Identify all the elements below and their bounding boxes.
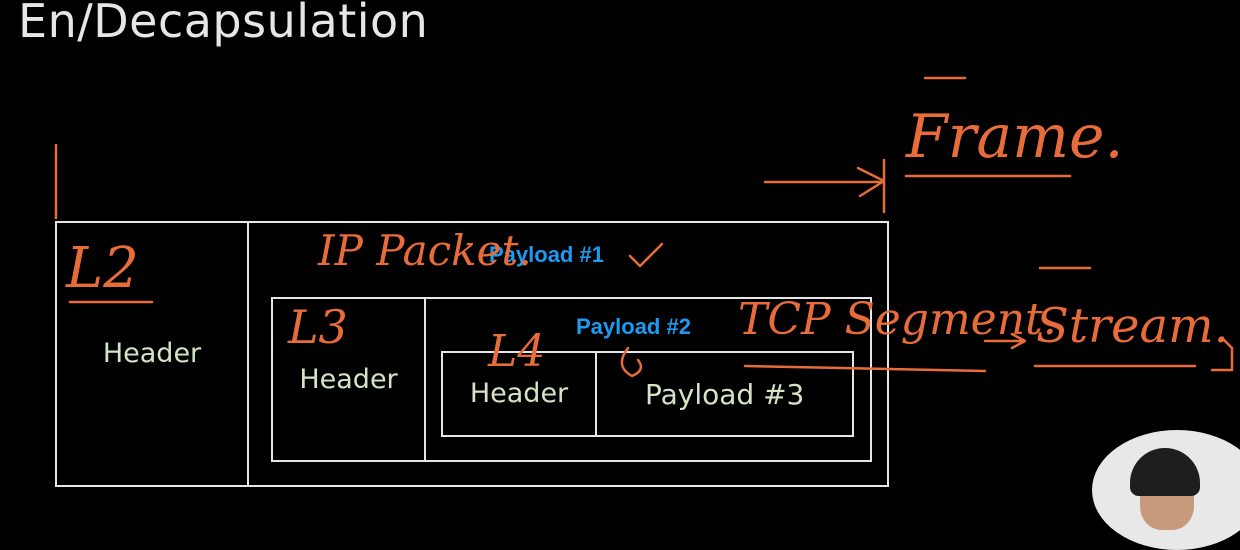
ink-tcp-underline (743, 364, 987, 373)
ink-ip-packet-label: IP Packet. (318, 226, 532, 275)
presenter-webcam (1092, 430, 1240, 550)
ink-l4-squiggle (620, 346, 643, 378)
ink-frame-label: Frame. (906, 102, 1124, 172)
ink-frame-arrow (763, 166, 886, 198)
ink-payload1-check (628, 242, 664, 268)
ink-l2-label: L2 (66, 236, 139, 301)
ink-stream-label: Stream. (1036, 298, 1229, 354)
ink-strokes (54, 76, 1234, 378)
ink-tcp-segment-label: TCP Segment. (738, 294, 1057, 345)
ink-l4-label: L4 (488, 326, 546, 377)
ink-l3-label: L3 (288, 300, 348, 354)
